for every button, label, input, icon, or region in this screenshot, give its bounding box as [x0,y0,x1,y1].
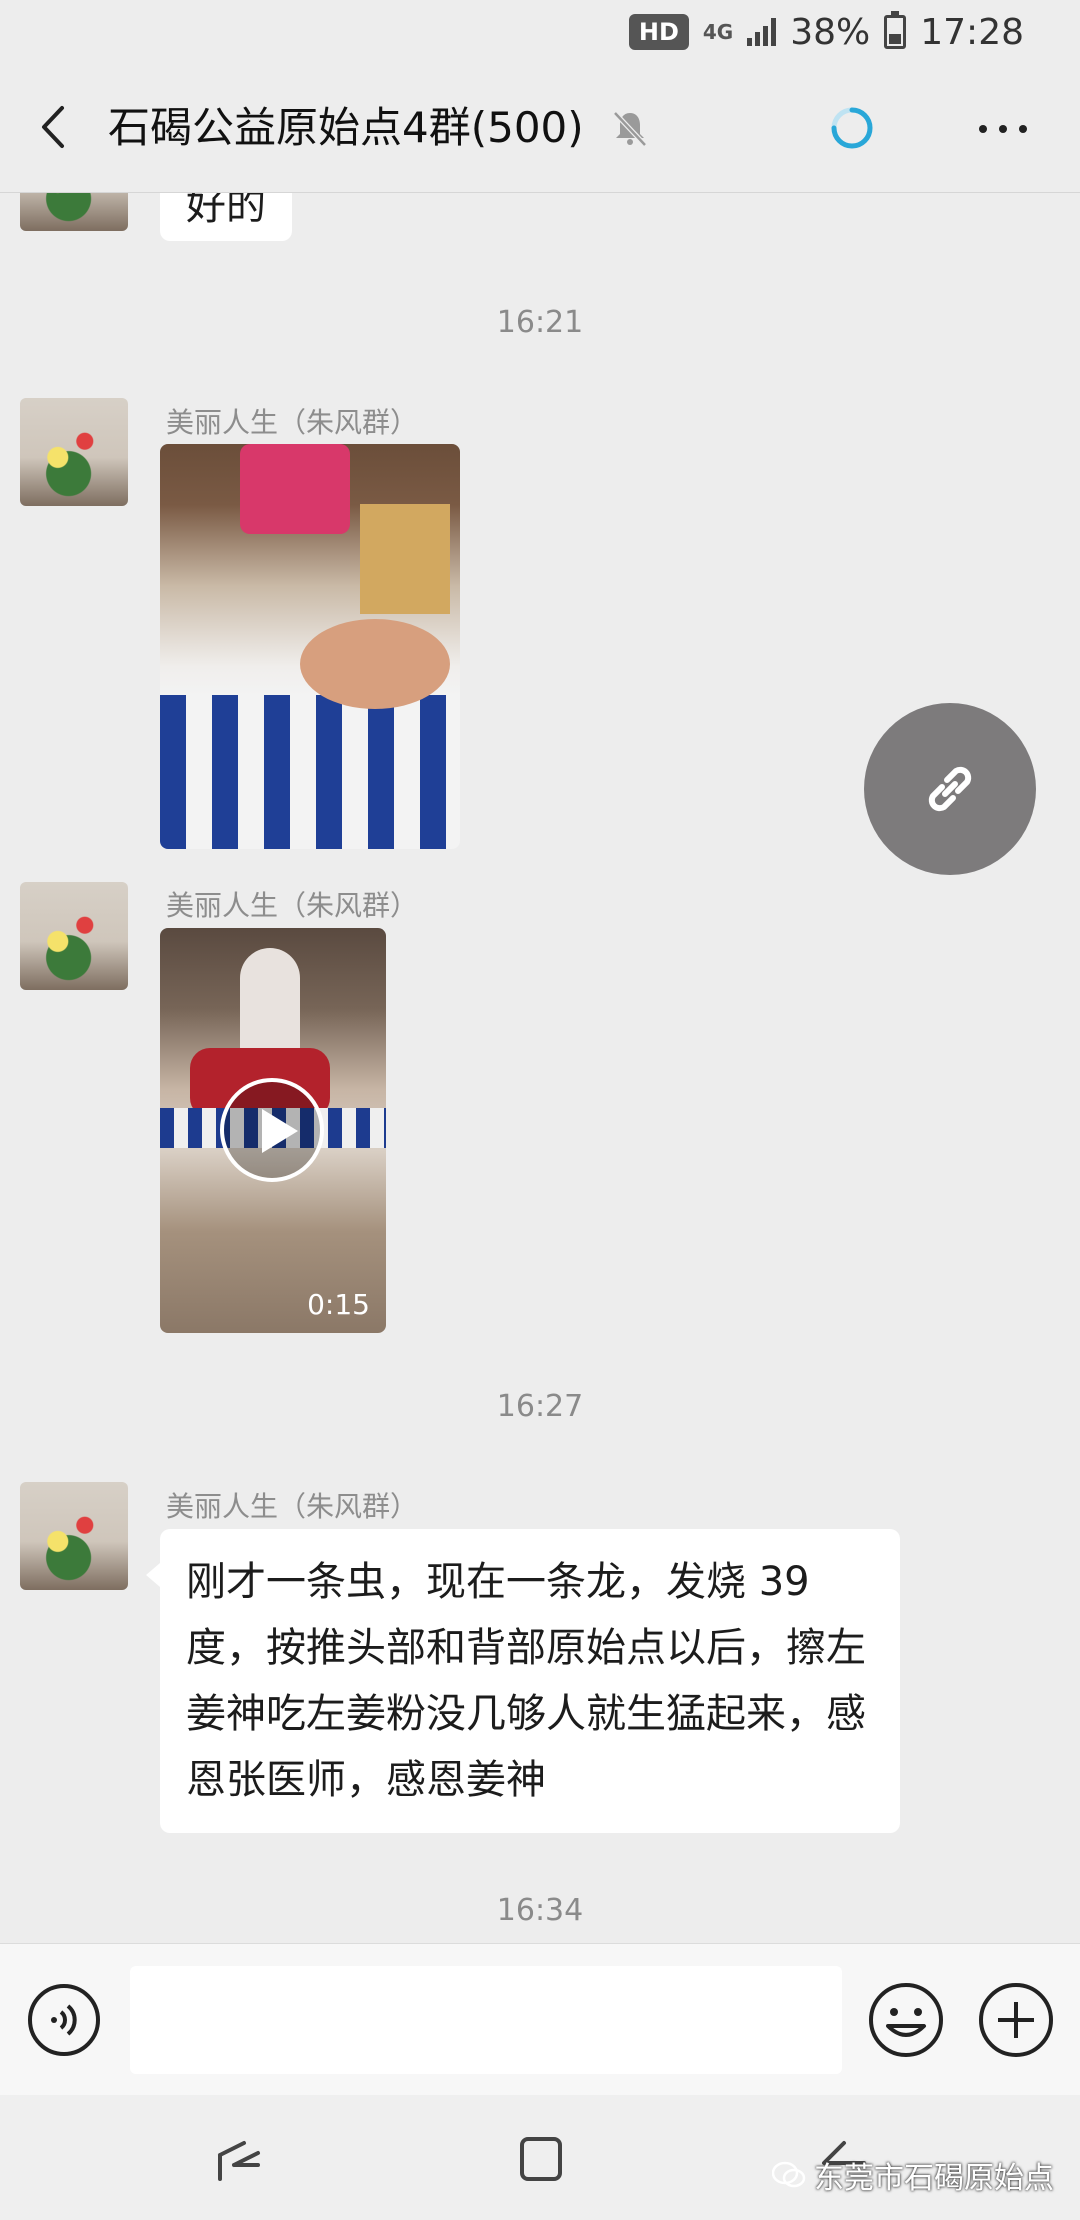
video-duration: 0:15 [307,1288,370,1321]
avatar[interactable] [20,882,128,990]
link-button[interactable] [864,703,1036,875]
hd-badge: HD [628,14,689,50]
watermark-text: 东莞市石碣原始点 [814,2161,1054,2196]
message-bubble[interactable]: 刚才一条虫，现在一条龙，发烧 39 度，按推头部和背部原始点以后，擦左姜神吃左姜… [146,1529,900,1833]
home-icon[interactable] [516,2133,566,2185]
message-list[interactable]: 好的 16:21 美丽人生（朱风群） 美丽人生（朱风群） 0:15 16:27 … [0,193,1080,1943]
chat-header: 石碣公益原始点4群(500) [0,64,1080,193]
watermark: 东莞市石碣原始点 [772,2153,1054,2197]
mute-bell-icon [613,111,647,147]
back-arrow-icon[interactable] [30,102,80,152]
network-type: 4G [702,20,734,44]
battery-icon [884,11,907,49]
image-message[interactable] [160,444,460,849]
avatar[interactable] [20,398,128,506]
status-icons: HD 4G 38% 17:28 [628,10,1024,54]
battery-percent: 38% [790,11,871,53]
more-dots-icon[interactable] [978,124,1028,134]
loading-spinner-icon [831,107,873,149]
avatar[interactable] [20,1482,128,1590]
timestamp: 16:21 [496,305,584,340]
sender-name: 美丽人生（朱风群） [166,1490,419,1523]
timestamp: 16:34 [496,1893,584,1928]
video-message[interactable]: 0:15 [160,928,386,1333]
voice-icon[interactable] [26,1982,102,2058]
message-text: 刚才一条虫，现在一条龙，发烧 39 度，按推头部和背部原始点以后，擦左姜神吃左姜… [186,1559,866,1803]
sender-name: 美丽人生（朱风群） [166,889,419,922]
recent-apps-icon[interactable] [214,2135,264,2185]
input-bar [0,1943,1080,2096]
clock: 17:28 [920,11,1024,53]
system-nav-bar: 东莞市石碣原始点 [0,2095,1080,2220]
message-input[interactable] [130,1966,842,2074]
sender-name: 美丽人生（朱风群） [166,406,419,439]
link-icon [928,766,972,812]
timestamp: 16:27 [496,1389,584,1424]
emoji-icon[interactable] [866,1980,946,2060]
message-text: 好的 [186,193,266,229]
plus-icon[interactable] [976,1980,1056,2060]
play-icon[interactable] [220,1078,324,1182]
status-bar: HD 4G 38% 17:28 [0,0,1080,64]
message-bubble[interactable]: 好的 [160,193,292,241]
wechat-logo-icon [772,2161,806,2188]
avatar[interactable] [20,193,128,231]
chat-title: 石碣公益原始点4群(500) [108,103,584,152]
signal-icon [747,18,777,46]
